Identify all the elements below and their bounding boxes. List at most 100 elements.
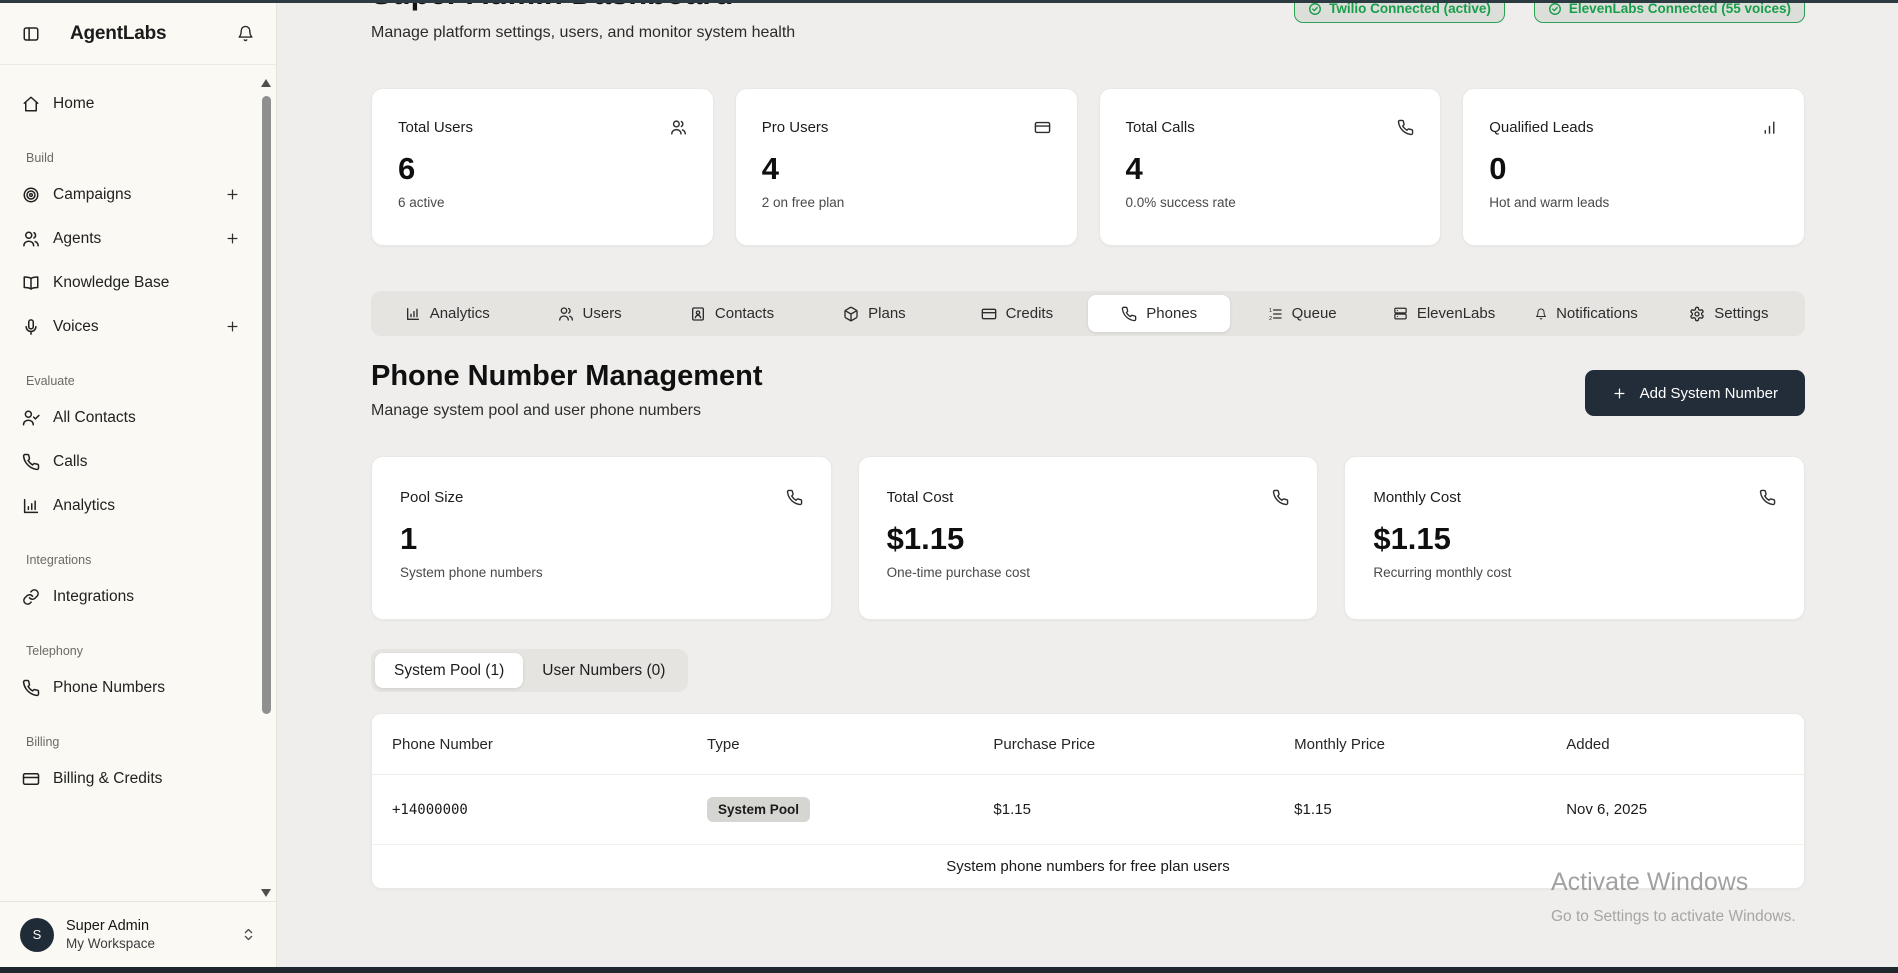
sidebar-section-label: Billing — [26, 735, 240, 749]
sidebar-item-label: Integrations — [53, 588, 134, 606]
tab-notifications[interactable]: Notifications — [1515, 295, 1657, 332]
stat-card-total-calls: Total Calls 4 0.0% success rate — [1099, 88, 1442, 246]
tab-user-numbers[interactable]: User Numbers (0) — [523, 653, 684, 688]
sidebar-item-label: Analytics — [53, 497, 115, 515]
check-circle-icon — [1548, 3, 1562, 16]
phone-icon — [1121, 306, 1137, 322]
sidebar-item-calls[interactable]: Calls — [22, 443, 240, 480]
twilio-status-badge: Twilio Connected (active) — [1294, 3, 1505, 23]
sidebar-item-analytics[interactable]: Analytics — [22, 487, 240, 524]
svg-text:1: 1 — [1269, 308, 1272, 314]
scrollbar-thumb[interactable] — [262, 96, 271, 714]
credit-card-icon — [1034, 119, 1051, 136]
plus-icon — [1612, 386, 1627, 401]
sidebar-header: AgentLabs — [0, 3, 276, 65]
tab-contacts[interactable]: Contacts — [661, 295, 803, 332]
notifications-bell-icon[interactable] — [237, 25, 254, 42]
tab-plans[interactable]: Plans — [803, 295, 945, 332]
tab-label: Analytics — [430, 305, 490, 322]
tab-settings[interactable]: Settings — [1658, 295, 1800, 332]
tab-queue[interactable]: 12 Queue — [1230, 295, 1372, 332]
stat-card-monthly-cost: Monthly Cost $1.15 Recurring monthly cos… — [1344, 456, 1805, 620]
sidebar: AgentLabs Home Build Campaigns Agents — [0, 3, 277, 967]
pool-stats-grid: Pool Size 1 System phone numbers Total C… — [371, 456, 1805, 620]
phone-section-titles: Phone Number Management Manage system po… — [371, 360, 763, 420]
chevrons-up-down-icon — [241, 927, 256, 942]
button-label: Add System Number — [1640, 385, 1778, 402]
sidebar-item-integrations[interactable]: Integrations — [22, 578, 240, 615]
tab-elevenlabs[interactable]: ElevenLabs — [1373, 295, 1515, 332]
user-name: Super Admin — [66, 918, 155, 934]
user-info: Super Admin My Workspace — [66, 918, 155, 951]
tab-users[interactable]: Users — [518, 295, 660, 332]
stat-value: 4 — [762, 151, 1051, 187]
users-icon — [22, 230, 40, 248]
tab-label: Plans — [868, 305, 906, 322]
stat-label: Pool Size — [400, 489, 463, 506]
stat-value: 6 — [398, 151, 687, 187]
sidebar-item-campaigns[interactable]: Campaigns — [22, 176, 240, 213]
stat-sub: 2 on free plan — [762, 195, 1051, 210]
stat-label: Monthly Cost — [1373, 489, 1461, 506]
sidebar-item-label: Billing & Credits — [53, 770, 162, 788]
sidebar-item-label: Agents — [53, 230, 101, 248]
stat-sub: Recurring monthly cost — [1373, 565, 1776, 580]
stat-sub: 0.0% success rate — [1126, 195, 1415, 210]
add-system-number-button[interactable]: Add System Number — [1585, 370, 1805, 416]
phone-section-header: Phone Number Management Manage system po… — [371, 360, 1805, 420]
tab-label: Phones — [1146, 305, 1197, 322]
stat-value: 4 — [1126, 151, 1415, 187]
workspace-name: My Workspace — [66, 936, 155, 951]
tab-phones[interactable]: Phones — [1088, 295, 1230, 332]
add-agent-icon[interactable] — [225, 231, 240, 246]
stat-label: Total Cost — [887, 489, 954, 506]
microphone-icon — [22, 318, 40, 336]
sidebar-item-voices[interactable]: Voices — [22, 308, 240, 345]
workspace-switcher[interactable]: S Super Admin My Workspace — [0, 901, 276, 967]
stat-value: 1 — [400, 521, 803, 557]
sidebar-nav: Home Build Campaigns Agents Knowledge Ba… — [0, 65, 276, 901]
column-header: Purchase Price — [973, 736, 1274, 753]
tab-label: Contacts — [715, 305, 774, 322]
add-campaign-icon[interactable] — [225, 187, 240, 202]
stat-card-pro-users: Pro Users 4 2 on free plan — [735, 88, 1078, 246]
sidebar-item-home[interactable]: Home — [22, 85, 240, 122]
sidebar-scrollbar[interactable] — [261, 79, 272, 897]
phone-numbers-table: Phone Number Type Purchase Price Monthly… — [371, 713, 1805, 889]
panel-toggle-icon[interactable] — [22, 25, 40, 43]
tab-label: ElevenLabs — [1417, 305, 1495, 322]
stat-label: Total Calls — [1126, 119, 1195, 136]
stat-sub: Hot and warm leads — [1489, 195, 1778, 210]
tab-analytics[interactable]: Analytics — [376, 295, 518, 332]
sidebar-item-all-contacts[interactable]: All Contacts — [22, 399, 240, 436]
sidebar-item-phone-numbers[interactable]: Phone Numbers — [22, 669, 240, 706]
scroll-up-icon[interactable] — [261, 79, 271, 87]
svg-text:2: 2 — [1269, 316, 1272, 322]
sidebar-item-billing-credits[interactable]: Billing & Credits — [22, 760, 240, 797]
credit-card-icon — [981, 306, 997, 322]
sidebar-item-agents[interactable]: Agents — [22, 220, 240, 257]
stat-value: $1.15 — [1373, 521, 1776, 557]
sidebar-item-label: Home — [53, 95, 94, 113]
stat-sub: 6 active — [398, 195, 687, 210]
target-icon — [22, 186, 40, 204]
users-icon — [558, 306, 574, 322]
scroll-down-icon[interactable] — [261, 889, 271, 897]
check-circle-icon — [1308, 3, 1322, 16]
phone-icon — [1759, 489, 1776, 506]
column-header: Phone Number — [372, 736, 687, 753]
column-header: Type — [687, 736, 973, 753]
user-check-icon — [22, 409, 40, 427]
sidebar-item-knowledge-base[interactable]: Knowledge Base — [22, 264, 240, 301]
cell-added-date: Nov 6, 2025 — [1546, 801, 1804, 818]
phone-icon — [1397, 119, 1414, 136]
add-voice-icon[interactable] — [225, 319, 240, 334]
sidebar-item-label: Phone Numbers — [53, 679, 165, 697]
tab-system-pool[interactable]: System Pool (1) — [375, 653, 523, 688]
sidebar-section-label: Build — [26, 151, 240, 165]
table-row: +14000000 System Pool $1.15 $1.15 Nov 6,… — [372, 775, 1804, 845]
tab-credits[interactable]: Credits — [946, 295, 1088, 332]
elevenlabs-status-badge: ElevenLabs Connected (55 voices) — [1534, 3, 1805, 23]
connection-badges: Twilio Connected (active) ElevenLabs Con… — [1294, 3, 1805, 23]
sidebar-group-evaluate: Evaluate All Contacts Calls Analytics — [22, 374, 240, 524]
